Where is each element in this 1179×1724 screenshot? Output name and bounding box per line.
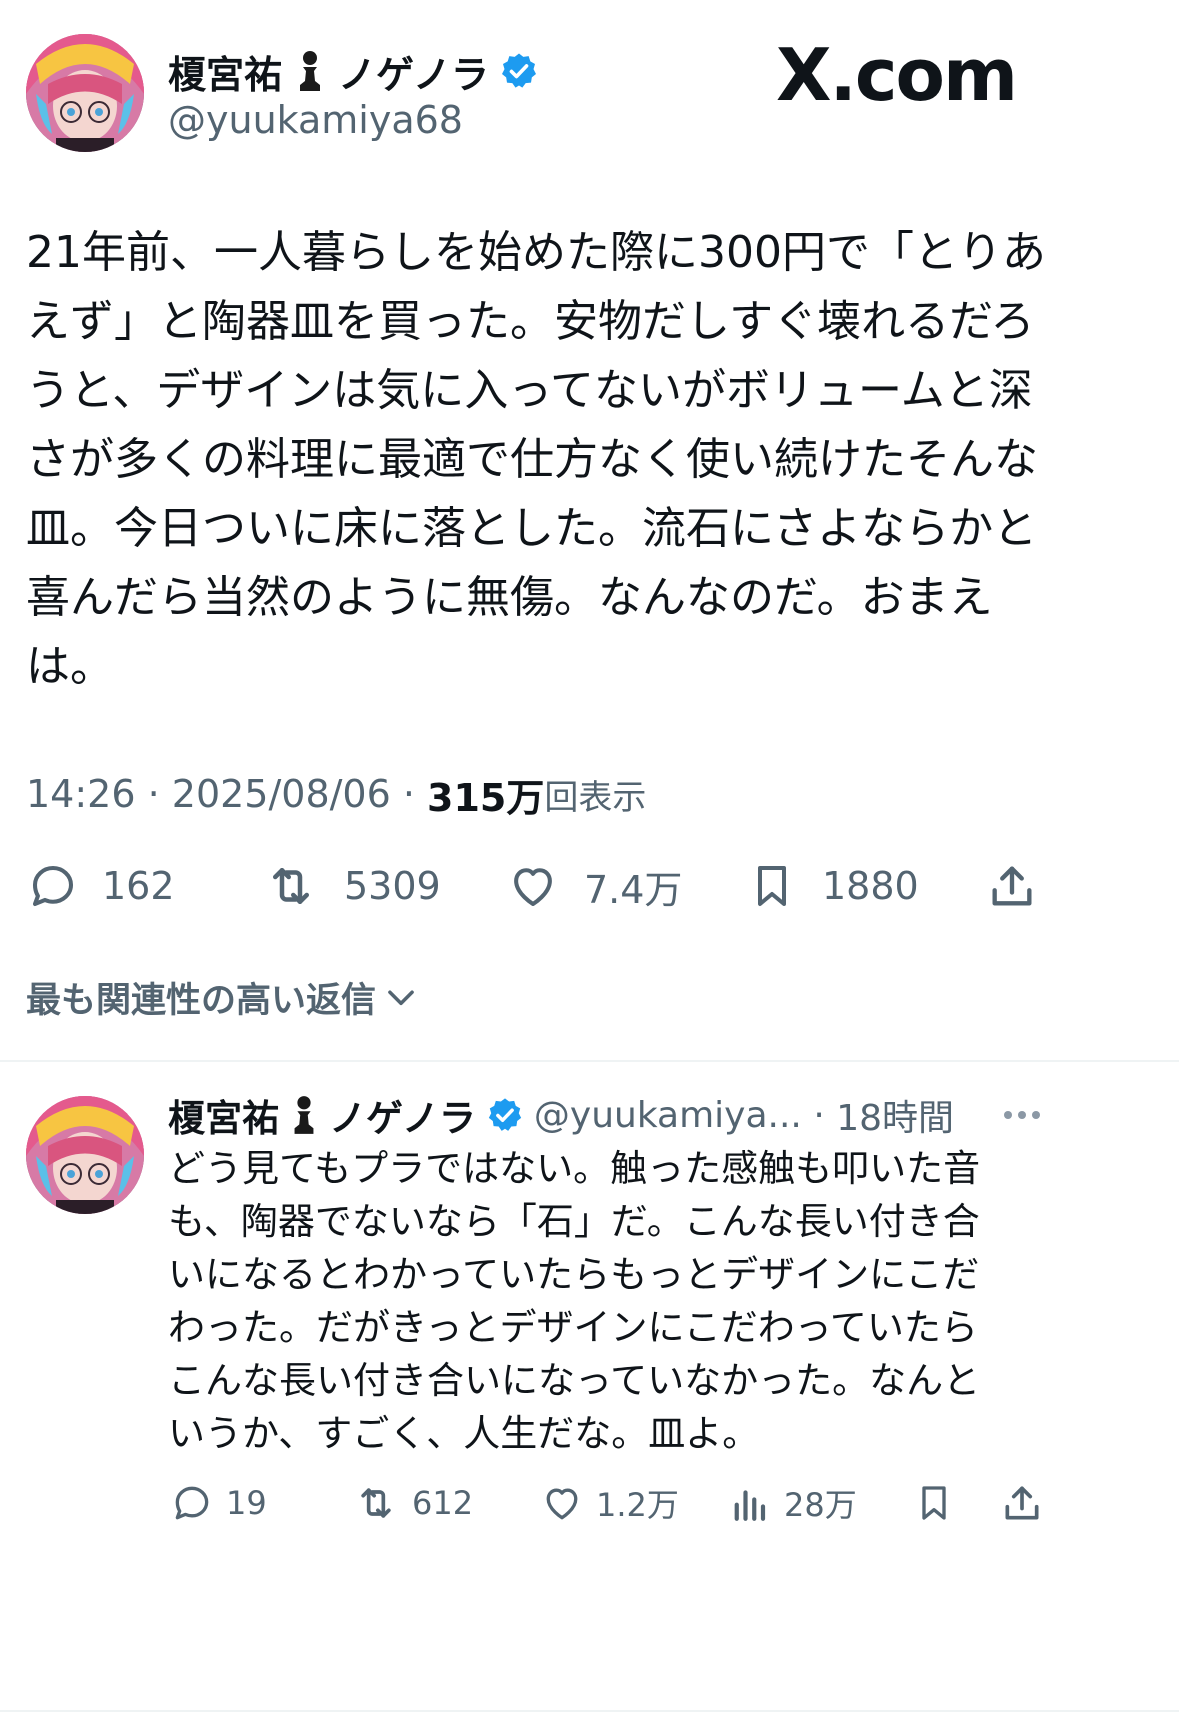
share-icon	[1005, 1486, 1039, 1520]
like-button[interactable]: 7.4万	[506, 856, 682, 916]
author-name: 榎宮祐	[168, 52, 283, 97]
replies-sort-dropdown[interactable]: 最も関連性の高い返信	[26, 972, 420, 1022]
avatar-illustration	[26, 34, 144, 152]
bookmark-icon	[922, 1486, 946, 1520]
bookmark-icon	[758, 866, 786, 906]
chevron-down-icon	[388, 990, 414, 1006]
reply-bookmark-button[interactable]	[914, 1478, 954, 1528]
reply-author-name-suffix[interactable]: ノゲノラ	[329, 1088, 476, 1142]
author-name-row[interactable]: 榎宮祐 ノゲノラ	[168, 46, 539, 97]
like-count: 7.4万	[584, 867, 683, 912]
like-icon	[546, 1488, 578, 1520]
retweet-icon	[361, 1488, 391, 1518]
reply-icon	[32, 865, 74, 907]
reply-retweet-button[interactable]: 612	[352, 1478, 473, 1528]
reply-header: 榎宮祐 ノゲノラ @yuukamiya... · 18時間	[168, 1088, 1068, 1142]
views-icon	[734, 1490, 766, 1521]
author-handle[interactable]: @yuukamiya68	[168, 98, 463, 142]
reply-author-name[interactable]: 榎宮祐	[168, 1088, 279, 1142]
retweet-icon	[273, 868, 309, 904]
bookmark-count: 1880	[822, 864, 919, 908]
author-avatar[interactable]	[26, 34, 144, 152]
replies-sort-label: 最も関連性の高い返信	[26, 980, 377, 1021]
tweet-date[interactable]: 2025/08/06	[172, 772, 391, 816]
views-label: 回表示	[544, 777, 647, 818]
reply-count: 162	[102, 864, 175, 908]
chess-pawn-icon	[287, 1094, 321, 1136]
more-options-button[interactable]	[1004, 1100, 1050, 1130]
avatar-illustration	[26, 1096, 144, 1214]
section-divider	[0, 1060, 1179, 1062]
tweet-text: 21年前、一人暮らしを始めた際に300円で「とりあ えず」と陶器皿を買った。安物…	[26, 227, 1046, 692]
bottom-divider	[0, 1710, 1179, 1712]
tweet-time[interactable]: 14:26	[26, 772, 136, 816]
more-icon	[1004, 1111, 1040, 1119]
retweet-count: 5309	[344, 864, 441, 908]
reply-reply-button[interactable]: 19	[170, 1478, 267, 1528]
chess-pawn-icon	[292, 49, 328, 93]
bookmark-button[interactable]: 1880	[748, 856, 919, 916]
reply-like-button[interactable]: 1.2万	[540, 1478, 679, 1528]
reply-share-button[interactable]	[1000, 1478, 1044, 1528]
reply-views-button[interactable]: 28万	[728, 1478, 857, 1528]
reply-like-count: 1.2万	[596, 1486, 679, 1524]
author-name-suffix: ノゲノラ	[338, 52, 489, 97]
reply-retweet-count: 612	[412, 1484, 474, 1522]
reply-icon	[175, 1486, 209, 1520]
x-com-logo: X.com	[776, 33, 1018, 117]
reply-author-avatar[interactable]	[26, 1096, 144, 1214]
reply-views-count: 28万	[784, 1486, 857, 1524]
share-button[interactable]	[986, 856, 1038, 916]
tweet-meta: 14:26 · 2025/08/06 · 315万 回表示	[26, 770, 647, 820]
meta-separator: ·	[390, 772, 428, 816]
share-icon	[992, 866, 1032, 906]
reply-text: どう見てもプラではない。触った感触も叩いた音 も、陶器でないなら「石」だ。こんな…	[168, 1147, 981, 1455]
like-icon	[514, 868, 552, 907]
reply-time[interactable]: 18時間	[836, 1089, 954, 1141]
meta-separator: ·	[801, 1094, 837, 1136]
retweet-button[interactable]: 5309	[262, 856, 441, 916]
reply-reply-count: 19	[226, 1484, 267, 1522]
reply-author-handle[interactable]: @yuukamiya...	[534, 1095, 802, 1136]
reply-button[interactable]: 162	[26, 856, 175, 916]
verified-badge-icon	[486, 1096, 524, 1134]
meta-separator: ·	[135, 772, 172, 816]
views-count: 315万	[427, 775, 545, 820]
verified-badge-icon	[499, 51, 539, 91]
